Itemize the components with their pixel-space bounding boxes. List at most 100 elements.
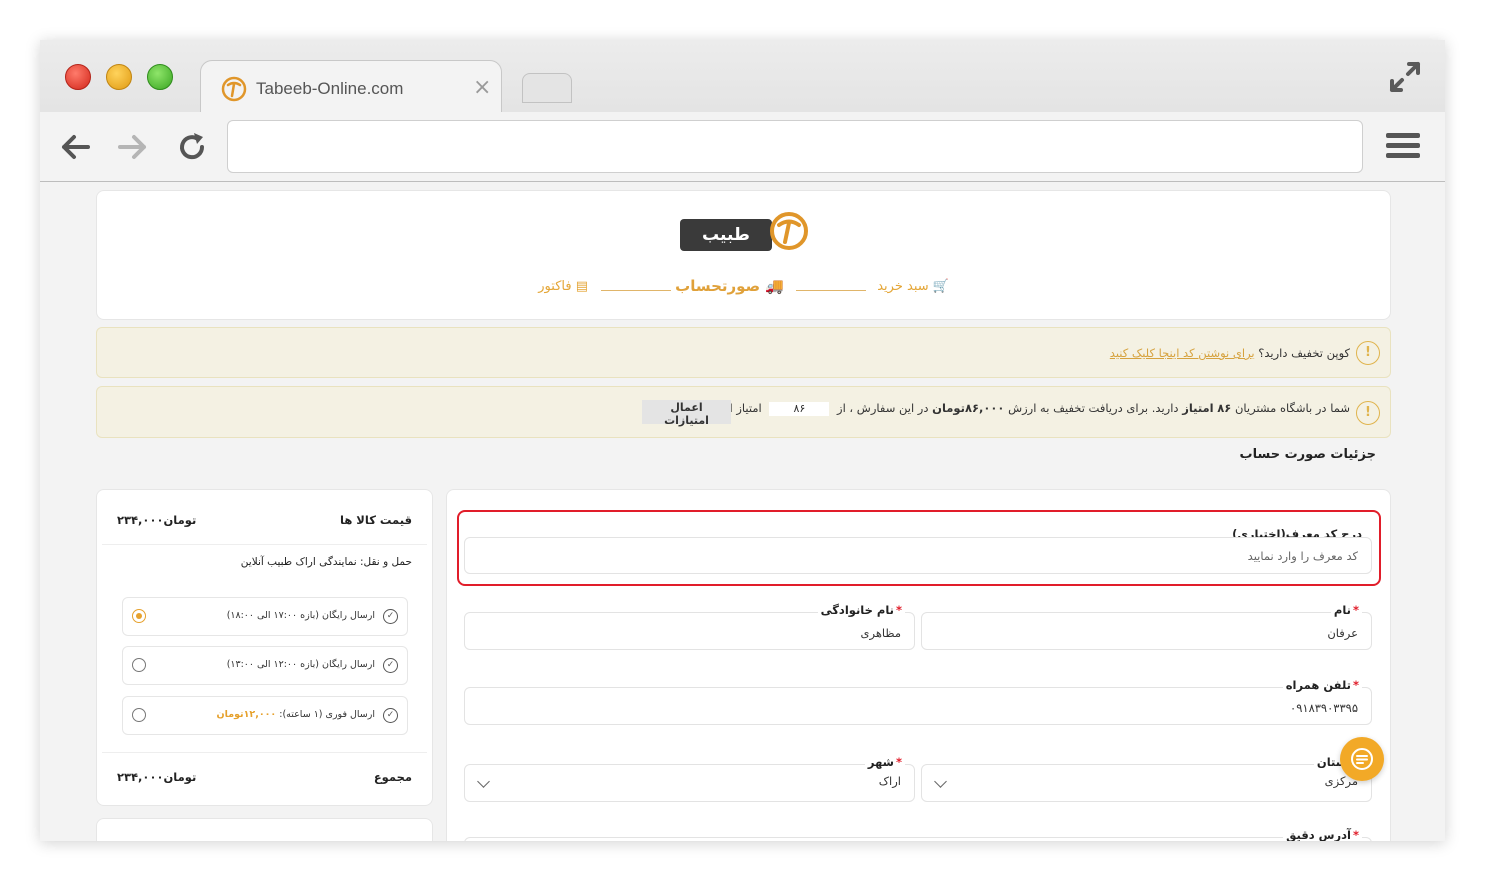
chevron-down-icon xyxy=(934,775,947,788)
maximize-window-button[interactable] xyxy=(147,64,173,90)
chat-icon xyxy=(1351,748,1373,770)
shipping-option-label: ارسال رایگان (بازه ۱۲:۰۰ الی ۱۳:۰۰) xyxy=(227,659,375,670)
page-content: طبیب آنلاین 🛒 سبد خرید 🚚 صورتحساب ▤ فاکت… xyxy=(40,182,1445,841)
club-points: ۸۶ xyxy=(1217,401,1232,415)
step-cart-label: سبد خرید xyxy=(877,279,929,294)
new-tab-button[interactable] xyxy=(522,73,572,103)
site-logo[interactable]: طبیب آنلاین xyxy=(680,211,814,277)
truck-icon: 🚚 xyxy=(765,277,784,295)
referral-input[interactable]: کد معرف را وارد نمایید xyxy=(464,537,1372,574)
items-price-label: قیمت کالا ها xyxy=(340,513,412,527)
radio-icon[interactable] xyxy=(132,708,146,722)
shipping-option-label: ارسال فوری (۱ ساعته): ۱۲,۰۰۰تومان xyxy=(217,709,375,720)
warning-icon: ! xyxy=(1356,341,1380,365)
warning-icon: ! xyxy=(1356,401,1380,425)
required-mark: * xyxy=(1352,828,1359,841)
required-mark: * xyxy=(1352,678,1359,692)
reload-icon[interactable] xyxy=(175,130,209,164)
check-circle-icon: ✓ xyxy=(383,708,398,723)
first-name-label: *نام xyxy=(1330,603,1362,617)
shipping-option-text: ارسال رایگان (بازه ۱۲:۰۰ الی ۱۳:۰۰) xyxy=(226,659,375,670)
shipping-option[interactable]: ✓ ارسال رایگان (بازه ۱۷:۰۰ الی ۱۸:۰۰) xyxy=(122,597,408,636)
total-label: مجموع xyxy=(373,770,412,784)
address-label: *آدرس دقیق xyxy=(1283,828,1362,841)
shipping-option-text: ارسال رایگان (بازه ۱۷:۰۰ الی ۱۸:۰۰) xyxy=(226,610,375,621)
summary-secondary-card xyxy=(96,818,433,841)
first-name-input[interactable]: عرفان xyxy=(921,612,1372,650)
step-billing[interactable]: 🚚 صورتحساب xyxy=(675,277,784,295)
forward-arrow-icon[interactable] xyxy=(116,130,150,164)
province-select[interactable]: مرکزی xyxy=(921,764,1372,802)
required-mark: * xyxy=(1352,603,1359,617)
step-billing-label: صورتحساب xyxy=(675,277,761,295)
phone-label: *تلفن همراه xyxy=(1282,678,1362,692)
step-invoice-label: فاکتور xyxy=(538,279,572,294)
chat-support-button[interactable] xyxy=(1340,737,1384,781)
first-name-value: عرفان xyxy=(1327,626,1358,640)
club-points-notice: ! شما در باشگاه مشتریان ۸۶ امتیاز دارید.… xyxy=(96,386,1391,438)
club-notice-text: شما در باشگاه مشتریان ۸۶ امتیاز دارید. ب… xyxy=(670,401,1350,416)
minimize-window-button[interactable] xyxy=(106,64,132,90)
coupon-question: کوپن تخفیف دارید؟ xyxy=(1258,346,1350,360)
club-text-3: در این سفارش ، از xyxy=(837,401,929,415)
radio-icon[interactable] xyxy=(132,658,146,672)
phone-value: ۰۹۱۸۳۹۰۳۳۹۵ xyxy=(1290,701,1358,715)
last-name-label-text: نام خانوادگی xyxy=(820,603,894,617)
billing-form: درج کد معرف(اختیاری) کد معرف را وارد نما… xyxy=(446,489,1391,841)
step-connector xyxy=(796,290,866,291)
coupon-notice: ! کوپن تخفیف دارید؟ برای نوشتن کد اینجا … xyxy=(96,327,1391,378)
shipping-option[interactable]: ✓ ارسال رایگان (بازه ۱۲:۰۰ الی ۱۳:۰۰) xyxy=(122,646,408,685)
shipping-option-label: ارسال رایگان (بازه ۱۷:۰۰ الی ۱۸:۰۰) xyxy=(227,610,375,621)
tab-title: Tabeeb-Online.com xyxy=(256,79,404,98)
chevron-down-icon xyxy=(477,775,490,788)
club-text-1: شما در باشگاه مشتریان xyxy=(1234,401,1350,415)
tab-close-icon[interactable]: × xyxy=(473,75,491,100)
first-name-label-text: نام xyxy=(1333,603,1351,617)
last-name-value: مظاهری xyxy=(860,626,901,640)
check-circle-icon: ✓ xyxy=(383,658,398,673)
step-cart[interactable]: 🛒 سبد خرید xyxy=(877,279,949,294)
total-value: ۲۳۴,۰۰۰تومان xyxy=(117,770,197,784)
browser-menu-icon[interactable] xyxy=(1386,133,1420,161)
address-bar[interactable] xyxy=(227,120,1363,173)
club-value: ۸۶,۰۰۰تومان xyxy=(932,401,1005,415)
checkout-steps: 🛒 سبد خرید 🚚 صورتحساب ▤ فاکتور xyxy=(97,277,1390,303)
invoice-icon: ▤ xyxy=(575,279,588,294)
shipping-option-price: ۱۲,۰۰۰تومان xyxy=(216,709,277,720)
browser-tab[interactable]: Tabeeb-Online.com × xyxy=(200,60,502,113)
back-arrow-icon[interactable] xyxy=(58,130,92,164)
phone-input[interactable]: ۰۹۱۸۳۹۰۳۳۹۵ xyxy=(464,687,1372,725)
city-select[interactable]: اراک xyxy=(464,764,915,802)
phone-label-text: تلفن همراه xyxy=(1285,678,1351,692)
shipping-option[interactable]: ✓ ارسال فوری (۱ ساعته): ۱۲,۰۰۰تومان xyxy=(122,696,408,735)
logo-mark-icon xyxy=(770,212,808,250)
points-input[interactable]: ۸۶ xyxy=(769,401,830,416)
site-logo-icon xyxy=(221,76,247,102)
step-invoice[interactable]: ▤ فاکتور xyxy=(538,279,588,294)
city-label-text: شهر xyxy=(867,755,894,769)
logo-text: طبیب آنلاین xyxy=(680,219,772,277)
browser-chrome: Tabeeb-Online.com × xyxy=(40,40,1445,182)
address-label-text: آدرس دقیق xyxy=(1286,828,1351,841)
required-mark: * xyxy=(895,603,902,617)
coupon-link[interactable]: برای نوشتن کد اینجا کلیک کنید xyxy=(1110,346,1255,360)
step-connector xyxy=(601,290,671,291)
cart-icon: 🛒 xyxy=(932,279,949,294)
city-value: اراک xyxy=(878,774,901,788)
last-name-input[interactable]: مظاهری xyxy=(464,612,915,650)
last-name-label: *نام خانوادگی xyxy=(817,603,905,617)
close-window-button[interactable] xyxy=(65,64,91,90)
shipping-label: حمل و نقل: نمایندگی اراک طبیب آنلاین xyxy=(240,556,412,568)
browser-window: Tabeeb-Online.com × طبیب آنلاین 🛒 سبد خر… xyxy=(40,40,1445,841)
order-summary: قیمت کالا ها ۲۳۴,۰۰۰تومان حمل و نقل: نما… xyxy=(96,489,433,806)
fullscreen-icon[interactable] xyxy=(1388,60,1422,94)
check-circle-icon: ✓ xyxy=(383,609,398,624)
required-mark: * xyxy=(895,755,902,769)
summary-divider xyxy=(102,752,427,753)
club-points-label: امتیاز xyxy=(1182,401,1214,415)
address-input[interactable] xyxy=(464,837,1372,841)
summary-divider xyxy=(102,544,427,545)
radio-selected-icon[interactable] xyxy=(132,609,146,623)
apply-points-button[interactable]: اعمال امتیازات xyxy=(642,400,731,427)
browser-toolbar xyxy=(40,112,1445,181)
